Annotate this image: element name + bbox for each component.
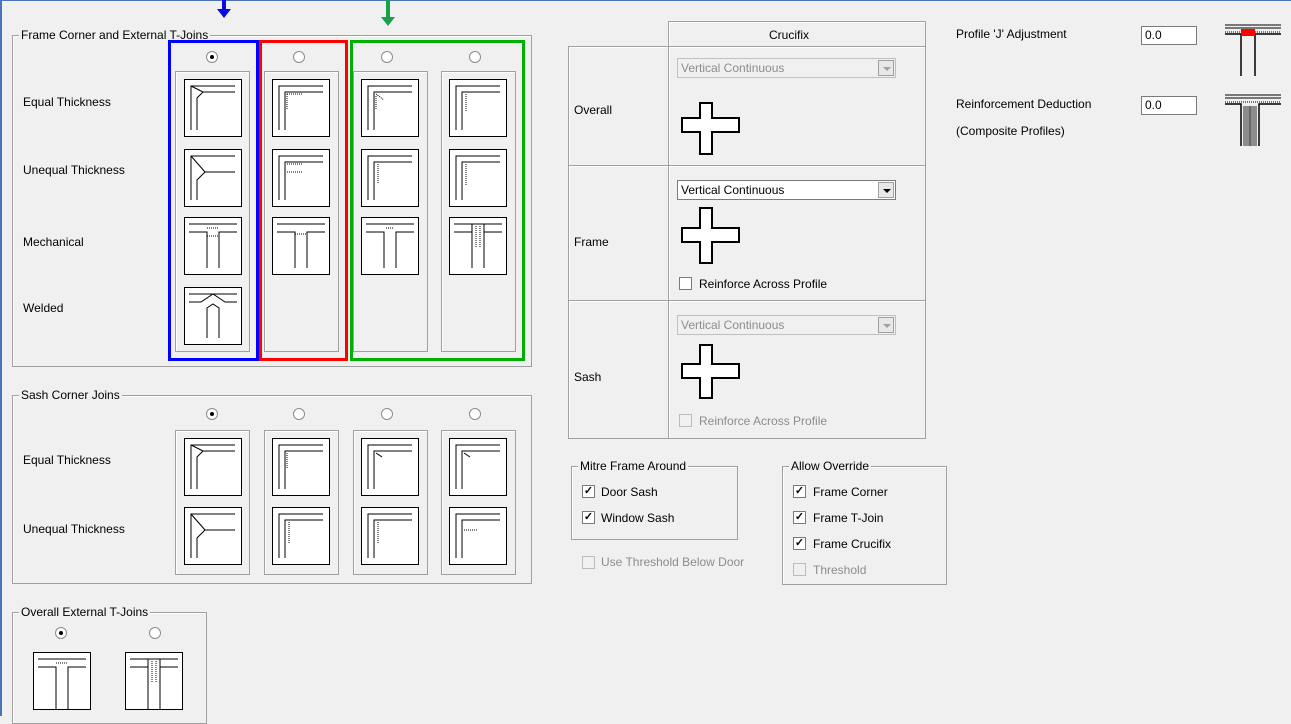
external-tjoin-2-tile[interactable] — [125, 652, 183, 710]
override-frame-tjoin-checkbox[interactable]: ✓ — [793, 511, 806, 524]
external-tjoins-group-title: Overall External T-Joins — [19, 605, 151, 619]
frame-row-unequal: Unequal Thickness — [23, 163, 125, 177]
crucifix-frame-cross-icon — [681, 207, 740, 264]
crucifix-header: Crucifix — [769, 28, 810, 42]
override-threshold-label: Threshold — [813, 563, 867, 577]
crucifix-sash-select[interactable]: Vertical Continuous — [677, 315, 896, 335]
sash-corner-group-title: Sash Corner Joins — [19, 388, 122, 402]
sash-column-4-radio[interactable] — [469, 408, 481, 420]
sash-equal-butt-h-tile[interactable] — [361, 438, 419, 496]
reinforcement-deduction-input[interactable]: 0.0 — [1141, 96, 1197, 115]
sash-column-2-radio[interactable] — [293, 408, 305, 420]
crucifix-frame-label-cell — [568, 165, 669, 301]
chevron-down-icon[interactable] — [878, 317, 894, 333]
crucifix-sash-reinforce-checkbox[interactable] — [679, 414, 692, 427]
threshold-below-door-checkbox[interactable] — [582, 556, 595, 569]
allow-override-group-title: Allow Override — [789, 459, 872, 473]
chevron-down-icon[interactable] — [878, 182, 894, 198]
mitre-frame-group: Mitre Frame Around — [571, 459, 738, 540]
highlight-blue-column — [168, 40, 259, 361]
sash-row-equal: Equal Thickness — [23, 453, 111, 467]
sash-equal-butt-v-tile[interactable] — [272, 438, 330, 496]
crucifix-sash-reinforce-label: Reinforce Across Profile — [699, 414, 828, 428]
sash-unequal-mitre-tile[interactable] — [184, 507, 242, 565]
override-threshold-checkbox[interactable] — [793, 563, 806, 576]
crucifix-header-cell: Crucifix — [668, 21, 926, 47]
window-top-edge — [0, 0, 1291, 1]
door-sash-checkbox[interactable]: ✓ — [582, 485, 595, 498]
highlight-red-column — [259, 40, 348, 361]
sash-column-3-radio[interactable] — [381, 408, 393, 420]
mitre-frame-group-title: Mitre Frame Around — [578, 459, 689, 473]
override-frame-corner-label: Frame Corner — [813, 485, 888, 499]
crucifix-overall-label: Overall — [574, 103, 613, 117]
reinforcement-deduction-label: Reinforcement Deduction — [956, 97, 1092, 111]
sash-unequal-vert-tile[interactable] — [449, 507, 507, 565]
external-tjoin-2-radio[interactable] — [149, 627, 161, 639]
override-frame-tjoin-label: Frame T-Join — [813, 511, 884, 525]
crucifix-frame-select[interactable]: Vertical Continuous — [677, 180, 896, 200]
window-sash-label: Window Sash — [601, 511, 675, 525]
crucifix-overall-cross-icon — [681, 102, 740, 155]
crucifix-frame-label: Frame — [574, 235, 609, 249]
external-tjoin-1-tile[interactable] — [33, 652, 91, 710]
crucifix-overall-select[interactable]: Vertical Continuous — [677, 58, 896, 78]
highlight-green-columns — [350, 40, 525, 361]
window-left-edge — [0, 0, 2, 716]
sash-equal-vert-tile[interactable] — [449, 438, 507, 496]
crucifix-sash-select-value: Vertical Continuous — [681, 318, 785, 332]
override-frame-crucifix-label: Frame Crucifix — [813, 537, 892, 551]
window-sash-checkbox[interactable]: ✓ — [582, 511, 595, 524]
crucifix-frame-reinforce-checkbox[interactable] — [679, 277, 692, 290]
frame-row-mechanical: Mechanical — [23, 235, 84, 249]
composite-profiles-label: (Composite Profiles) — [956, 124, 1065, 138]
override-frame-corner-checkbox[interactable]: ✓ — [793, 485, 806, 498]
override-frame-crucifix-checkbox[interactable]: ✓ — [793, 537, 806, 550]
sash-unequal-butt-v-tile[interactable] — [272, 507, 330, 565]
annotation-arrow-blue — [217, 0, 231, 18]
door-sash-label: Door Sash — [601, 485, 658, 499]
sash-equal-mitre-tile[interactable] — [184, 438, 242, 496]
threshold-below-door-label: Use Threshold Below Door — [601, 555, 745, 569]
crucifix-frame-select-value: Vertical Continuous — [681, 183, 785, 197]
crucifix-sash-cross-icon — [681, 344, 740, 399]
sash-unequal-butt-h-tile[interactable] — [361, 507, 419, 565]
sash-column-1-radio[interactable] — [206, 408, 218, 420]
crucifix-overall-select-value: Vertical Continuous — [681, 61, 785, 75]
frame-row-equal: Equal Thickness — [23, 95, 111, 109]
sash-row-unequal: Unequal Thickness — [23, 522, 125, 536]
profile-j-adjustment-input[interactable]: 0.0 — [1141, 26, 1197, 45]
profile-j-adjustment-label: Profile 'J' Adjustment — [956, 27, 1067, 41]
external-tjoin-1-radio[interactable] — [55, 627, 67, 639]
reinforcement-deduction-icon — [1225, 94, 1281, 146]
crucifix-sash-label: Sash — [574, 370, 602, 384]
chevron-down-icon[interactable] — [878, 60, 894, 76]
annotation-arrow-green — [381, 0, 395, 26]
crucifix-frame-reinforce-label: Reinforce Across Profile — [699, 277, 828, 291]
profile-j-adjustment-icon — [1225, 24, 1281, 76]
frame-row-welded: Welded — [23, 301, 64, 315]
